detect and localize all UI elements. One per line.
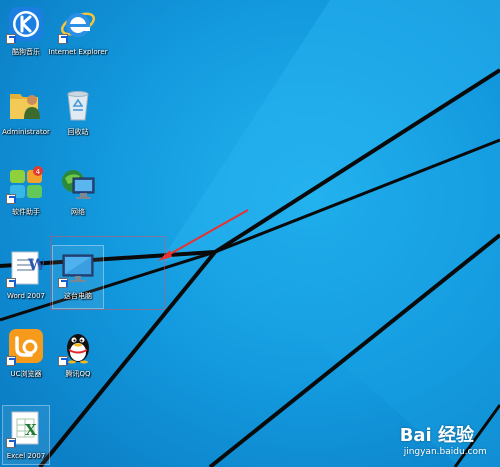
watermark-url: jingyan.baidu.com — [403, 447, 487, 457]
desktop-icon-uc-browser[interactable]: UC浏览器 — [2, 326, 50, 390]
desktop-icon-label: Internet Explorer — [48, 48, 108, 56]
desktop-icon-excel-2007[interactable]: X Excel 2007 — [2, 408, 50, 467]
shortcut-arrow-icon — [6, 34, 16, 44]
user-folder-icon — [10, 94, 40, 119]
baidu-jingyan-watermark: Bai 经验 jingyan.baidu.com — [399, 421, 487, 457]
watermark-brand: Bai 经验 — [399, 425, 474, 446]
desktop-icon-administrator[interactable]: Administrator — [2, 84, 50, 148]
wallpaper — [0, 0, 500, 467]
desktop-icon-label: 回收站 — [67, 128, 89, 136]
desktop-icon-label: 腾讯QQ — [65, 370, 91, 378]
svg-text:X: X — [25, 421, 37, 439]
desktop-icon-software-assistant[interactable]: 4 软件助手 — [2, 164, 50, 228]
desktop-icon-tencent-qq[interactable]: 腾讯QQ — [54, 326, 102, 390]
svg-text:W: W — [27, 255, 44, 274]
shortcut-arrow-icon — [6, 194, 16, 204]
recycle-bin-icon — [67, 91, 89, 121]
badge-count: 4 — [36, 168, 41, 176]
desktop-icon-recycle-bin[interactable]: 回收站 — [54, 84, 102, 148]
desktop-icon-label: Excel 2007 — [6, 452, 46, 460]
shortcut-arrow-icon — [6, 278, 16, 288]
network-globe-icon — [62, 170, 95, 199]
shortcut-arrow-icon — [6, 356, 16, 366]
desktop[interactable]: 酷狗音乐 Internet Explorer Administrator 回收站… — [0, 0, 500, 467]
shortcut-arrow-icon — [6, 438, 16, 448]
shortcut-arrow-icon — [58, 34, 68, 44]
desktop-icon-kugou[interactable]: 酷狗音乐 — [2, 4, 50, 68]
desktop-icon-network[interactable]: 网络 — [54, 164, 102, 228]
desktop-icon-word-2007[interactable]: W Word 2007 — [2, 248, 50, 312]
desktop-icon-label: 网络 — [71, 208, 85, 216]
desktop-icon-internet-explorer[interactable]: Internet Explorer — [48, 4, 108, 68]
annotation-rectangle — [50, 236, 165, 310]
shortcut-arrow-icon — [58, 356, 68, 366]
